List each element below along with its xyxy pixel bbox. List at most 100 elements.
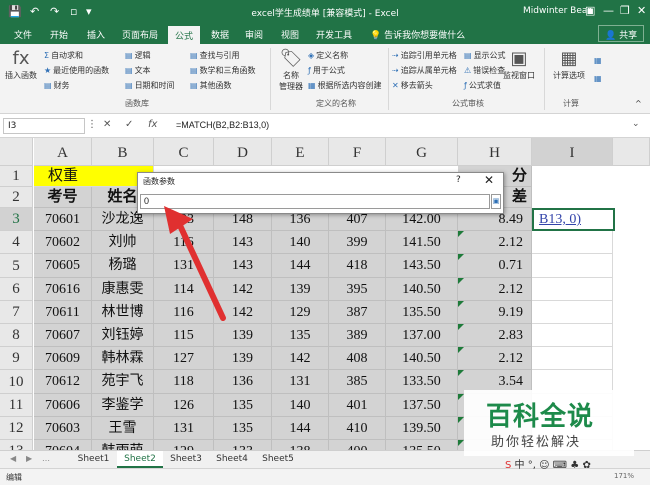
cell-h8[interactable]: 2.83 [458,324,532,347]
cell-g7[interactable]: 135.50 [386,301,458,324]
tab-home[interactable]: 开始 [50,28,68,41]
cell-a2[interactable]: 考号 [34,187,92,208]
cell-f13[interactable]: 400 [329,440,386,450]
cell-g12[interactable]: 139.50 [386,417,458,440]
create-from-selection-button[interactable]: ▦ 根据所选内容创建 [308,80,382,91]
cell-d13[interactable]: 133 [214,440,272,450]
column-header-j[interactable] [613,138,650,166]
expand-dialog-icon[interactable]: ▣ [491,194,501,209]
name-box[interactable]: I3 [3,118,85,134]
row-header-7[interactable]: 7 [0,301,33,324]
cell-i6[interactable] [532,278,613,301]
insert-function-button[interactable]: fx 插入函数 [4,48,38,81]
logical-button[interactable]: ▤ 逻辑 [125,50,151,61]
minimize-icon[interactable]: — [603,4,614,17]
cell-b8[interactable]: 刘钰婷 [92,324,154,347]
cell-h4[interactable]: 2.12 [458,231,532,254]
watch-window-button[interactable]: ▣ 监视窗口 [498,48,540,81]
cell-e12[interactable]: 144 [272,417,329,440]
cell-i9[interactable] [532,347,613,370]
column-header-b[interactable]: B [92,138,154,166]
user-name[interactable]: Midwinter Bear [523,6,591,16]
cell-d8[interactable]: 139 [214,324,272,347]
cell-a6[interactable]: 70616 [34,278,92,301]
column-header-g[interactable]: G [386,138,458,166]
cell-c9[interactable]: 127 [154,347,214,370]
cell-d5[interactable]: 143 [214,254,272,278]
cell-a5[interactable]: 70605 [34,254,92,278]
trace-precedents-button[interactable]: ⇢ 追踪引用单元格 [392,50,457,61]
cell-a4[interactable]: 70602 [34,231,92,254]
cell-d9[interactable]: 139 [214,347,272,370]
text-button[interactable]: ▤ 文本 [125,65,151,76]
cell-e7[interactable]: 129 [272,301,329,324]
tab-data[interactable]: 数据 [211,28,229,41]
fx-icon[interactable]: fx [148,119,157,130]
tab-view[interactable]: 视图 [281,28,299,41]
ribbon-options-icon[interactable]: ▣ [585,4,595,17]
cell-a7[interactable]: 70611 [34,301,92,324]
cell-c13[interactable]: 129 [154,440,214,450]
argument-input[interactable]: 0 [140,194,490,209]
tab-file[interactable]: 文件 [14,28,32,41]
row-header-10[interactable]: 10 [0,370,33,394]
calc-options-button[interactable]: ▦ 计算选项 [549,48,589,81]
cancel-icon[interactable]: ✕ [103,119,111,130]
calc-now-icon[interactable]: ▦ [594,56,604,65]
enter-icon[interactable]: ✓ [125,119,133,130]
cell-e8[interactable]: 135 [272,324,329,347]
select-all-corner[interactable] [0,138,33,166]
cell-e4[interactable]: 140 [272,231,329,254]
cell-g6[interactable]: 140.50 [386,278,458,301]
cell-g8[interactable]: 137.00 [386,324,458,347]
cell-a11[interactable]: 70606 [34,394,92,417]
cell-d11[interactable]: 135 [214,394,272,417]
tell-me-search[interactable]: 💡 告诉我你想要做什么 [370,28,465,41]
collapse-ribbon-icon[interactable]: ^ [635,99,642,108]
cell-g10[interactable]: 133.50 [386,370,458,394]
cell-a1[interactable]: 权重 [34,166,154,187]
cell-d4[interactable]: 143 [214,231,272,254]
cell-a10[interactable]: 70612 [34,370,92,394]
cell-h9[interactable]: 2.12 [458,347,532,370]
cell-b9[interactable]: 韩林霖 [92,347,154,370]
calc-sheet-icon[interactable]: ▦ [594,74,604,83]
cell-f7[interactable]: 387 [329,301,386,324]
more-sheets-icon[interactable]: … [42,454,50,463]
row-header-4[interactable]: 4 [0,231,33,254]
cell-h5[interactable]: 0.71 [458,254,532,278]
expand-formula-icon[interactable]: ⌄ [632,119,640,129]
remove-arrows-button[interactable]: ✕ 移去箭头 [392,80,433,91]
column-header-h[interactable]: H [458,138,532,166]
cell-g9[interactable]: 140.50 [386,347,458,370]
cell-f5[interactable]: 418 [329,254,386,278]
cell-e9[interactable]: 142 [272,347,329,370]
recent-functions-button[interactable]: ★ 最近使用的函数 [44,65,109,76]
active-cell-i3[interactable]: B13, 0) [532,208,615,231]
evaluate-formula-button[interactable]: ƒ 公式求值 [464,80,501,91]
cell-g5[interactable]: 143.50 [386,254,458,278]
cell-c10[interactable]: 118 [154,370,214,394]
row-header-13[interactable]: 13 [0,440,33,450]
column-header-f[interactable]: F [329,138,386,166]
cell-g4[interactable]: 141.50 [386,231,458,254]
column-header-e[interactable]: E [272,138,329,166]
cell-i7[interactable] [532,301,613,324]
use-in-formula-button[interactable]: ƒ 用于公式 [308,65,345,76]
row-header-5[interactable]: 5 [0,254,33,278]
cell-b4[interactable]: 刘帅 [92,231,154,254]
cell-e13[interactable]: 138 [272,440,329,450]
cell-e11[interactable]: 140 [272,394,329,417]
tab-insert[interactable]: 插入 [87,28,105,41]
sheet-tab-sheet2[interactable]: Sheet2 [117,451,163,468]
cell-i4[interactable] [532,231,613,254]
row-header-8[interactable]: 8 [0,324,33,347]
cell-d7[interactable]: 142 [214,301,272,324]
cell-a3[interactable]: 70601 [34,208,92,231]
cell-b6[interactable]: 康惠雯 [92,278,154,301]
cell-b5[interactable]: 杨璐 [92,254,154,278]
autosum-button[interactable]: Σ 自动求和 [44,50,83,61]
cell-i8[interactable] [532,324,613,347]
trace-dependents-button[interactable]: ⇢ 追踪从属单元格 [392,65,457,76]
cell-h7[interactable]: 9.19 [458,301,532,324]
